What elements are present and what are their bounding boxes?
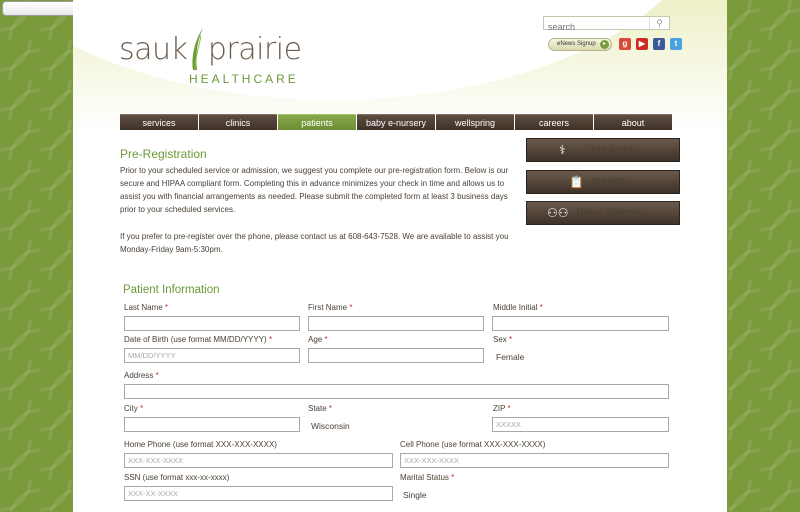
- dob-field[interactable]: MM/DD/YYYY: [124, 348, 300, 363]
- age-label: Age *: [308, 335, 328, 344]
- logo[interactable]: sauk prairie HEALTHCARE: [119, 28, 302, 86]
- city-field[interactable]: [124, 417, 300, 432]
- page-title: Pre-Registration: [120, 147, 207, 161]
- last-name-field[interactable]: [124, 316, 300, 331]
- youtube-icon[interactable]: ▶: [636, 38, 648, 50]
- search-input[interactable]: [544, 21, 644, 33]
- nav-patients[interactable]: patients: [278, 114, 356, 130]
- find-a-doctor-label: Find a Doctor: [585, 144, 634, 153]
- nav-baby-e-nursery[interactable]: baby e-nursery: [357, 114, 435, 130]
- ssn-field[interactable]: XXX-XX-XXXX: [124, 486, 393, 501]
- page-container: ⚲ eNews Signup ▸ g ▶ f t sauk prairie HE…: [73, 0, 727, 512]
- enews-signup-button[interactable]: eNews Signup ▸: [548, 38, 612, 51]
- home-phone-label: Home Phone (use format XXX-XXX-XXXX): [124, 440, 277, 449]
- find-a-doctor-button[interactable]: ⚕ Find a Doctor: [526, 138, 680, 162]
- people-icon: ⚇⚇: [547, 206, 569, 220]
- first-name-field[interactable]: [308, 316, 484, 331]
- leaf-logo-icon: [192, 28, 203, 71]
- nav-careers[interactable]: careers: [515, 114, 593, 130]
- age-field[interactable]: [308, 348, 484, 363]
- cell-phone-label: Cell Phone (use format XXX-XXX-XXXX): [400, 440, 546, 449]
- sex-select[interactable]: Female: [496, 352, 524, 362]
- arrow-right-icon: ▸: [600, 40, 609, 49]
- marital-status-label: Marital Status *: [400, 473, 455, 482]
- facebook-icon[interactable]: f: [653, 38, 665, 50]
- twitter-icon[interactable]: t: [670, 38, 682, 50]
- logo-word-left: sauk: [119, 32, 188, 67]
- state-select[interactable]: Wisconsin: [311, 421, 350, 431]
- cell-phone-field[interactable]: XXX-XXX-XXXX: [400, 453, 669, 468]
- phone-paragraph: If you prefer to pre-register over the p…: [120, 232, 509, 254]
- last-name-label: Last Name *: [124, 303, 169, 312]
- make-a-difference-label: Make a Difference: [577, 207, 642, 216]
- make-a-difference-button[interactable]: ⚇⚇ Make a Difference: [526, 201, 680, 225]
- home-phone-field[interactable]: XXX-XXX-XXXX: [124, 453, 393, 468]
- section-title-patient-info: Patient Information: [123, 284, 220, 296]
- logo-subtitle: HEALTHCARE: [189, 72, 299, 86]
- state-label: State *: [308, 404, 333, 413]
- marital-status-select[interactable]: Single: [403, 490, 427, 500]
- ssn-label: SSN (use format xxx-xx-xxxx): [124, 473, 230, 482]
- dob-label: Date of Birth (use format MM/DD/YYYY) *: [124, 335, 273, 344]
- myhealth-label: MyHealth: [593, 176, 627, 185]
- zip-label: ZIP *: [493, 404, 511, 413]
- nav-about[interactable]: about: [594, 114, 672, 130]
- main-nav: services clinics patients baby e-nursery…: [120, 114, 673, 130]
- google-plus-icon[interactable]: g: [619, 38, 631, 50]
- city-label: City *: [124, 404, 144, 413]
- nav-clinics[interactable]: clinics: [199, 114, 277, 130]
- enews-label: eNews Signup: [557, 41, 596, 47]
- myhealth-button[interactable]: 📋 MyHealth: [526, 170, 680, 194]
- middle-initial-label: Middle Initial *: [493, 303, 543, 312]
- search-box: ⚲: [543, 16, 670, 33]
- zip-field[interactable]: XXXXX: [492, 417, 669, 432]
- search-icon[interactable]: ⚲: [649, 17, 669, 29]
- nav-services[interactable]: services: [120, 114, 198, 130]
- first-name-label: First Name *: [308, 303, 353, 312]
- logo-word-right: prairie: [207, 32, 302, 67]
- intro-paragraph: Prior to your scheduled service or admis…: [120, 166, 509, 214]
- address-label: Address *: [124, 371, 159, 380]
- clipboard-icon: 📋: [569, 175, 584, 189]
- sex-label: Sex *: [493, 335, 513, 344]
- nav-wellspring[interactable]: wellspring: [436, 114, 514, 130]
- stethoscope-icon: ⚕: [559, 143, 566, 157]
- middle-initial-field[interactable]: [492, 316, 669, 331]
- address-field[interactable]: [124, 384, 669, 399]
